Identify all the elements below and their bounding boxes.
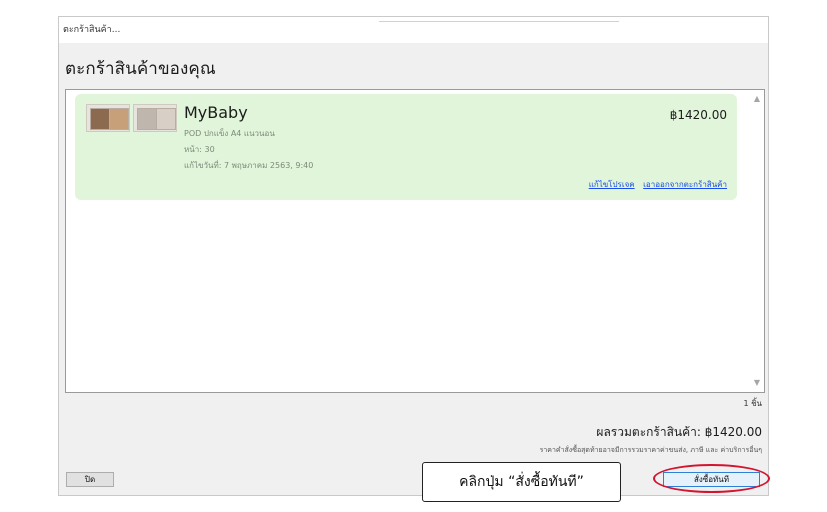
cart-window: ตะกร้าสินค้า... ตะกร้าสินค้าของคุณ MyBab…	[58, 16, 769, 496]
cart-list[interactable]: MyBaby POD ปกแข็ง A4 แนวนอน หน้า: 30 แก้…	[65, 89, 765, 393]
price-disclaimer: ราคาคำสั่งซื้อสุดท้ายอาจมีการรวมราคาค่าข…	[539, 446, 762, 454]
window-title: ตะกร้าสินค้า...	[63, 25, 121, 35]
item-name: MyBaby	[184, 103, 248, 122]
item-count: 1 ชิ้น	[743, 399, 762, 408]
photo-icon	[156, 108, 176, 130]
item-actions: แก้ไขโปรเจค เอาออกจากตะกร้าสินค้า	[583, 178, 727, 191]
photo-icon	[90, 108, 110, 130]
cart-item[interactable]: MyBaby POD ปกแข็ง A4 แนวนอน หน้า: 30 แก้…	[75, 94, 737, 200]
window-titlebar: ตะกร้าสินค้า...	[59, 17, 768, 43]
edit-project-link[interactable]: แก้ไขโปรเจค	[589, 180, 635, 189]
item-pages: หน้า: 30	[184, 145, 215, 154]
highlight-circle	[653, 464, 770, 493]
cart-total: ผลรวมตะกร้าสินค้า: ฿1420.00	[596, 425, 762, 439]
photo-icon	[109, 108, 129, 130]
page-title: ตะกร้าสินค้าของคุณ	[65, 59, 216, 79]
scroll-down-icon[interactable]: ▼	[750, 376, 764, 390]
thumbnail-cover	[86, 104, 130, 132]
scroll-up-icon[interactable]: ▲	[750, 92, 764, 106]
close-button[interactable]: ปิด	[66, 472, 114, 487]
instruction-callout: คลิกปุ่ม “สั่งซื้อทันที”	[422, 462, 621, 502]
thumbnail-page	[133, 104, 177, 132]
item-edited-date: แก้ไขวันที่: 7 พฤษภาคม 2563, 9:40	[184, 161, 314, 170]
titlebar-divider	[379, 21, 619, 22]
item-price: ฿1420.00	[669, 108, 727, 122]
photo-icon	[137, 108, 157, 130]
vertical-scrollbar[interactable]: ▲ ▼	[750, 90, 764, 392]
item-product: POD ปกแข็ง A4 แนวนอน	[184, 129, 275, 138]
remove-from-cart-link[interactable]: เอาออกจากตะกร้าสินค้า	[643, 180, 727, 189]
